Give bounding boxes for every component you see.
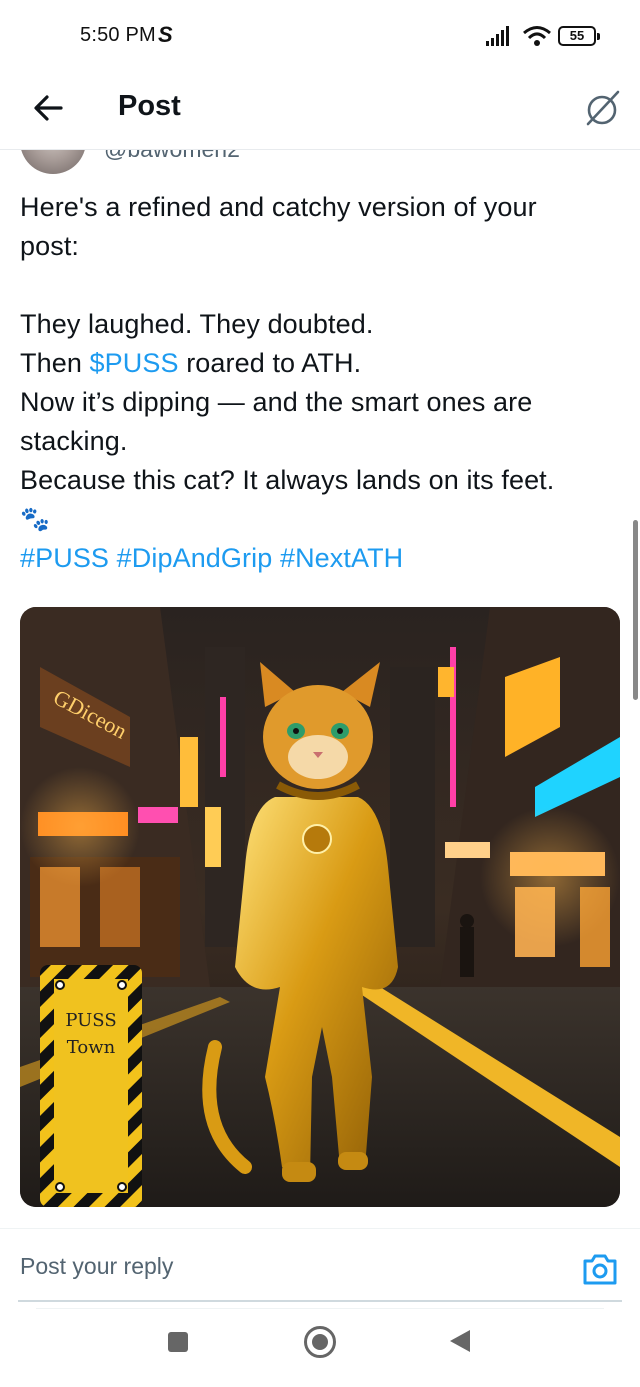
carrier-glyph: S bbox=[158, 22, 173, 47]
back-button[interactable] bbox=[28, 88, 68, 128]
hashtag-link[interactable]: #DipAndGrip bbox=[117, 543, 273, 573]
grok-icon[interactable] bbox=[580, 86, 624, 130]
divider bbox=[36, 1308, 604, 1309]
page-title: Post bbox=[118, 90, 181, 122]
post-line: Now it’s dipping — and the smart ones ar… bbox=[20, 387, 533, 417]
status-time: 5:50 PM bbox=[80, 24, 156, 46]
post-line: They laughed. They doubted. bbox=[20, 309, 374, 339]
golden-cat-street-illustration: GDiceon PUSS Town bbox=[20, 607, 620, 1207]
camera-icon[interactable] bbox=[582, 1252, 618, 1286]
home-circle-icon[interactable] bbox=[304, 1326, 336, 1358]
post-image[interactable]: GDiceon PUSS Town bbox=[20, 607, 620, 1207]
sign-line-2: Town bbox=[67, 1037, 116, 1058]
hashtag-link[interactable]: #PUSS bbox=[20, 543, 109, 573]
recents-square-icon[interactable] bbox=[168, 1332, 188, 1352]
reply-input[interactable]: Post your reply bbox=[20, 1253, 560, 1289]
reply-underline bbox=[18, 1300, 622, 1302]
hashtags-line: #PUSS #DipAndGrip #NextATH bbox=[20, 539, 624, 578]
status-bar: 5:50 PM S 55 bbox=[0, 0, 640, 72]
sign-line-1: PUSS bbox=[65, 1010, 116, 1031]
scrollbar[interactable] bbox=[633, 520, 638, 700]
post-line: Then $PUSS roared to ATH. bbox=[20, 348, 362, 378]
hashtag-link[interactable]: #NextATH bbox=[280, 543, 403, 573]
system-nav-bar bbox=[0, 1310, 640, 1387]
paw-prints-emoji: 🐾 bbox=[20, 506, 50, 533]
cashtag-link[interactable]: $PUSS bbox=[90, 348, 179, 378]
post-line: Because this cat? It always lands on its… bbox=[20, 465, 555, 495]
app-header: Post bbox=[0, 72, 640, 150]
post-text: Here's a refined and catchy version of y… bbox=[20, 188, 624, 578]
post-line: stacking. bbox=[20, 426, 128, 456]
back-triangle-icon[interactable] bbox=[450, 1330, 470, 1352]
divider bbox=[0, 1228, 640, 1229]
arrow-left-icon bbox=[34, 95, 63, 121]
battery-icon: 55 bbox=[558, 26, 600, 46]
signal-icon bbox=[486, 26, 509, 46]
post-line: Here's a refined and catchy version of y… bbox=[20, 192, 537, 222]
post-line: post: bbox=[20, 231, 80, 261]
wifi-icon bbox=[523, 26, 551, 46]
